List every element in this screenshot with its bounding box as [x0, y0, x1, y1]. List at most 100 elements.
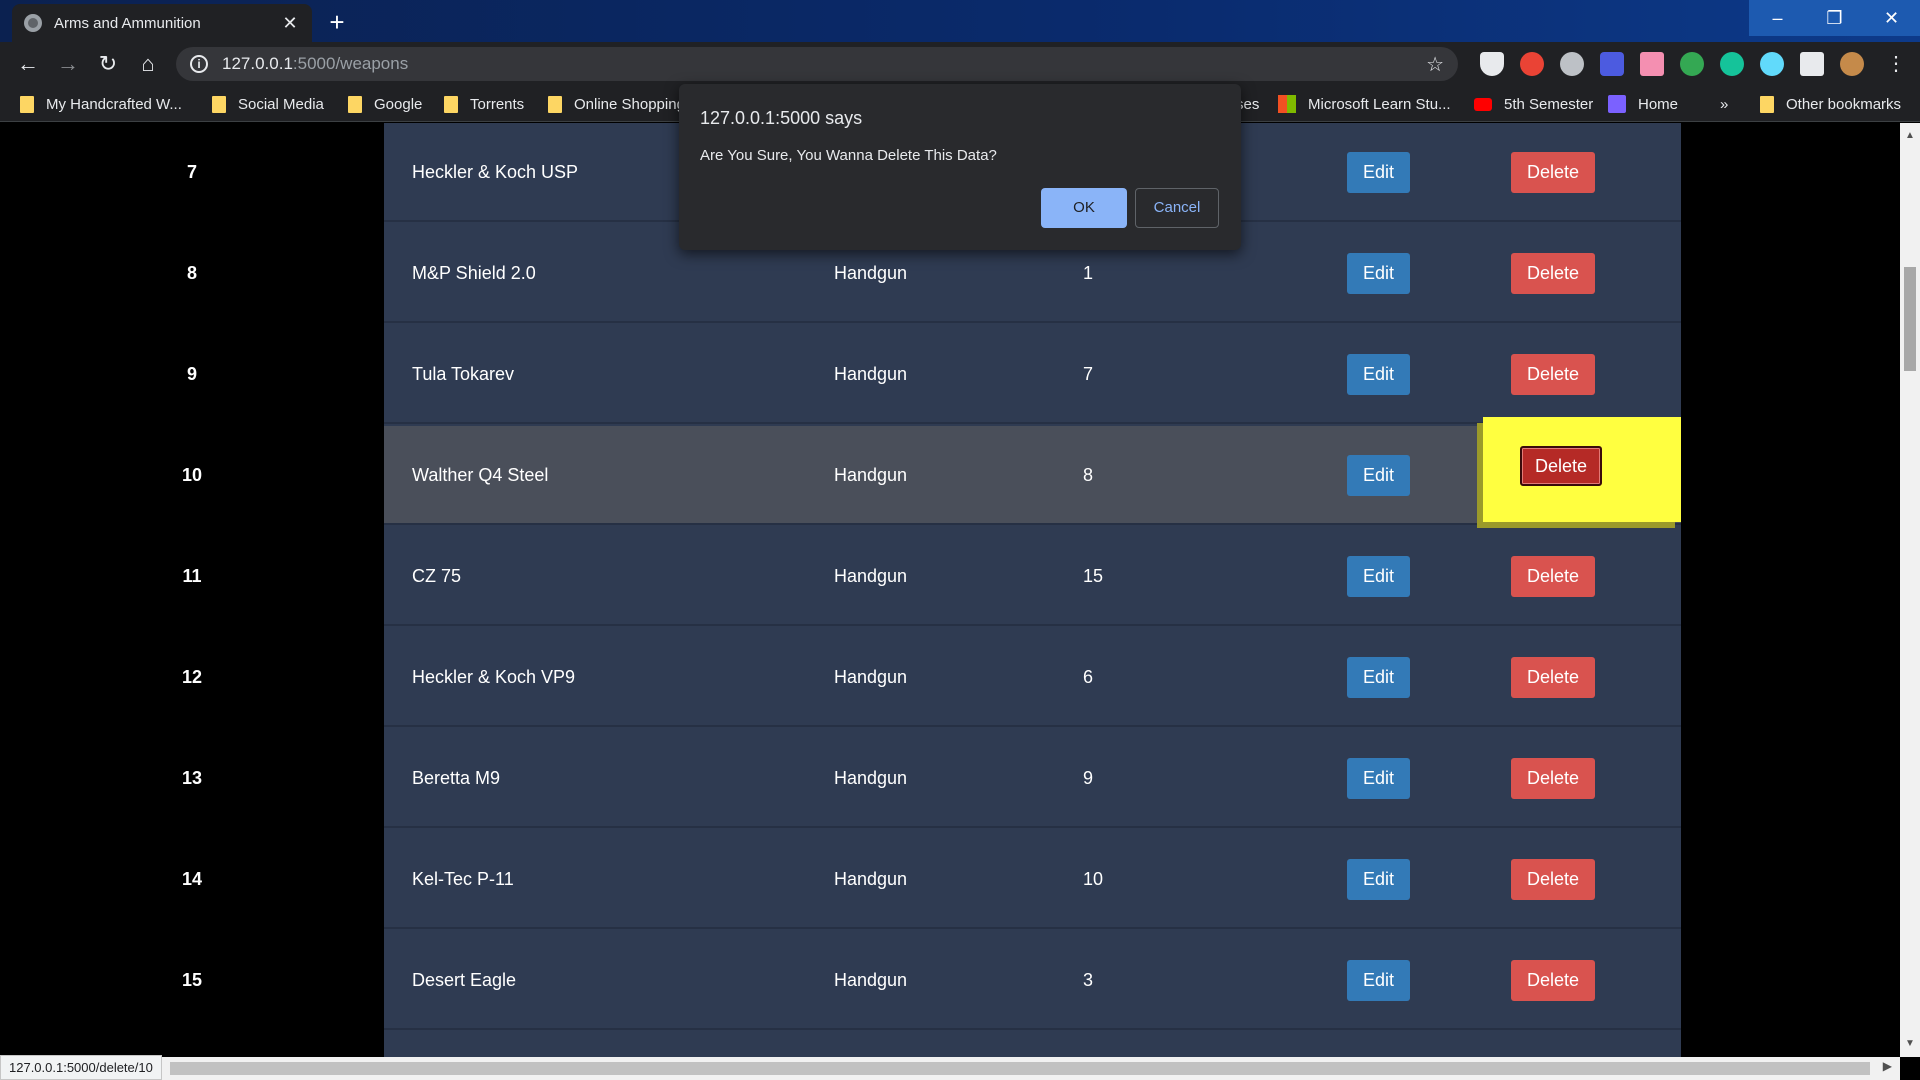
table-row: 13 Beretta M9 Handgun 9 Edit Delete — [182, 729, 1681, 828]
weapon-name: M&P Shield 2.0 — [412, 263, 536, 283]
youtube-icon — [1474, 97, 1492, 111]
folder-icon — [548, 95, 562, 113]
delete-button[interactable]: Delete — [1511, 960, 1595, 1001]
edit-button[interactable]: Edit — [1347, 758, 1410, 799]
delete-button[interactable]: Delete — [1511, 758, 1595, 799]
folder-icon — [20, 95, 34, 113]
weapon-type: Handgun — [834, 566, 908, 586]
bookmark-microsoft-learn[interactable]: Microsoft Learn Stu... — [1278, 94, 1451, 114]
table-row: 12 Heckler & Koch VP9 Handgun 6 Edit Del… — [182, 628, 1681, 727]
info-icon[interactable]: i — [190, 55, 208, 73]
bookmark-folder-other[interactable]: Other bookmarks — [1760, 94, 1901, 114]
url-host: 127.0.0.1 — [222, 54, 293, 73]
weapon-quantity: 15 — [1083, 566, 1104, 586]
weapon-type: Handgun — [834, 364, 908, 384]
table-row: 9 Tula Tokarev Handgun 7 Edit Delete — [187, 325, 1681, 424]
row-id: 9 — [186, 364, 197, 384]
browser-tab[interactable]: Arms and Ammunition ✕ — [12, 4, 312, 42]
row-id: 10 — [181, 465, 203, 485]
horizontal-scrollbar-thumb[interactable] — [170, 1062, 1870, 1075]
bookmark-folder[interactable]: My Handcrafted W... — [20, 94, 182, 114]
delete-button[interactable]: Delete — [1511, 657, 1595, 698]
row-id: 13 — [181, 768, 203, 788]
bookmark-star-icon[interactable]: ☆ — [1426, 52, 1444, 77]
weapon-name: Heckler & Koch VP9 — [412, 667, 576, 687]
color-extension-icon[interactable] — [1640, 52, 1664, 76]
weapon-type: Handgun — [834, 667, 908, 687]
new-tab-button[interactable]: + — [322, 8, 352, 38]
grammarly-extension-icon[interactable] — [1720, 52, 1744, 76]
weapon-name: Walther Q4 Steel — [412, 465, 549, 485]
restore-window-button[interactable]: ❐ — [1806, 0, 1863, 36]
forward-arrow-icon[interactable]: → — [48, 44, 88, 84]
scroll-down-icon[interactable]: ▼ — [1900, 1035, 1920, 1053]
green-extension-icon[interactable] — [1680, 52, 1704, 76]
delete-button[interactable]: Delete — [1511, 859, 1595, 900]
row-id: 7 — [186, 162, 197, 182]
table-row: 11 CZ 75 Handgun 15 Edit Delete — [182, 527, 1681, 626]
microsoft-icon — [1278, 95, 1296, 113]
avatar[interactable] — [1840, 52, 1864, 76]
url-path: :5000/weapons — [292, 54, 409, 73]
weapons-table: 7 Heckler & Koch USP Edit Delete 8 M&P S… — [182, 123, 1681, 1057]
row-id: 14 — [181, 869, 203, 889]
more-bookmarks-chevron-icon[interactable]: » — [1720, 94, 1728, 114]
confirm-dialog: 127.0.0.1:5000 says Are You Sure, You Wa… — [679, 84, 1241, 250]
folder-icon — [348, 95, 362, 113]
edit-button[interactable]: Edit — [1347, 253, 1410, 294]
bookmark-folder[interactable]: Social Media — [212, 94, 324, 114]
puzzle-extensions-icon[interactable] — [1800, 52, 1824, 76]
red-extension-icon[interactable] — [1520, 52, 1544, 76]
react-extension-icon[interactable] — [1760, 52, 1784, 76]
weapon-quantity: 10 — [1083, 869, 1104, 889]
home-icon[interactable]: ⌂ — [128, 44, 168, 84]
ok-button[interactable]: OK — [1041, 188, 1127, 228]
edit-button[interactable]: Edit — [1347, 152, 1410, 193]
scrollbar-thumb[interactable] — [1904, 267, 1916, 371]
table-row: 14 Kel-Tec P-11 Handgun 10 Edit Delete — [182, 830, 1681, 929]
weapon-name: Heckler & Koch USP — [412, 162, 579, 182]
edit-button[interactable]: Edit — [1347, 657, 1410, 698]
bookmark-home[interactable]: Home — [1608, 94, 1678, 114]
row-id: 12 — [181, 667, 203, 687]
cancel-button[interactable]: Cancel — [1135, 188, 1219, 228]
close-window-button[interactable]: ✕ — [1863, 0, 1920, 36]
screen-extension-icon[interactable] — [1600, 52, 1624, 76]
delete-button[interactable]: Delete — [1511, 556, 1595, 597]
edit-button[interactable]: Edit — [1347, 556, 1410, 597]
table-row-hovered: 10 Walther Q4 Steel Handgun 8 Edit Delet… — [182, 417, 1681, 525]
gear-extension-icon[interactable] — [1560, 52, 1584, 76]
vertical-scrollbar[interactable]: ▲ ▼ — [1900, 123, 1920, 1057]
reload-icon[interactable]: ↻ — [88, 44, 128, 84]
address-bar[interactable]: i 127.0.0.1:5000/weapons ☆ — [176, 47, 1458, 81]
weapon-type: Handgun — [834, 970, 908, 990]
home-bookmark-icon — [1608, 95, 1626, 113]
minimize-window-button[interactable]: – — [1749, 0, 1806, 36]
dialog-message: Are You Sure, You Wanna Delete This Data… — [700, 147, 997, 164]
edit-button[interactable]: Edit — [1347, 455, 1410, 496]
bookmark-5th-semester[interactable]: 5th Semester — [1474, 94, 1593, 114]
bookmark-folder[interactable]: Torrents — [444, 94, 524, 114]
menu-dots-icon[interactable]: ⋮ — [1884, 52, 1908, 76]
bookmark-folder[interactable]: Google — [348, 94, 422, 114]
folder-icon — [212, 95, 226, 113]
delete-button[interactable]: Delete — [1511, 253, 1595, 294]
weapon-type: Handgun — [834, 869, 908, 889]
edit-button[interactable]: Edit — [1347, 354, 1410, 395]
horizontal-scrollbar[interactable]: ▶ — [0, 1057, 1900, 1080]
scroll-right-icon[interactable]: ▶ — [1883, 1059, 1892, 1073]
close-tab-icon[interactable]: ✕ — [280, 13, 300, 34]
weapon-name: Kel-Tec P-11 — [412, 869, 514, 889]
scroll-up-icon[interactable]: ▲ — [1900, 127, 1920, 145]
delete-button[interactable]: Delete — [1511, 354, 1595, 395]
edit-button[interactable]: Edit — [1347, 960, 1410, 1001]
folder-icon — [1760, 95, 1774, 113]
delete-button[interactable]: Delete — [1511, 152, 1595, 193]
edit-button[interactable]: Edit — [1347, 859, 1410, 900]
delete-button-pressed[interactable]: Delete — [1520, 446, 1602, 486]
back-arrow-icon[interactable]: ← — [8, 44, 48, 84]
shield-extension-icon[interactable] — [1480, 52, 1504, 76]
weapon-quantity: 8 — [1083, 465, 1094, 485]
bookmark-folder[interactable]: Online Shopping — [548, 94, 685, 114]
row-id: 11 — [182, 566, 202, 586]
